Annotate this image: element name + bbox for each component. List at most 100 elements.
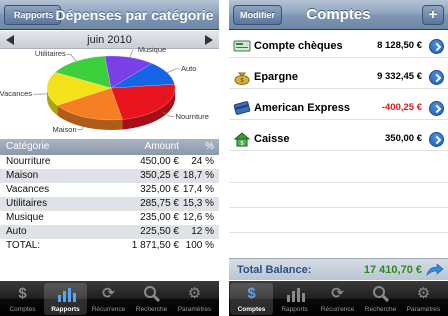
table-row[interactable]: Musique 235,00 € 12,6 % xyxy=(0,211,219,225)
column-header-category: Catégorie xyxy=(6,141,50,152)
column-header-amount: Amount xyxy=(144,141,179,152)
search-icon xyxy=(359,285,402,303)
table-row[interactable]: Vacances 325,00 € 17,4 % xyxy=(0,183,219,197)
tab-parametres[interactable]: ⚙ Paramètres xyxy=(173,283,216,315)
pie-label: Musique xyxy=(137,44,167,54)
tab-comptes[interactable]: $ Comptes xyxy=(1,283,44,315)
page-title: Comptes xyxy=(306,6,371,23)
tab-bar: $ Comptes Rapports ⟳ Récurrence Recherch… xyxy=(229,281,448,316)
pie-leader-line xyxy=(66,54,77,62)
tab-label: Paramètres xyxy=(406,306,441,313)
tab-label: Récurrence xyxy=(320,306,355,313)
checkbook-icon xyxy=(233,38,251,54)
table-row[interactable]: Utilitaires 285,75 € 15,3 % xyxy=(0,197,219,211)
tab-recherche[interactable]: Recherche xyxy=(130,283,173,315)
row-amount: 350,25 € xyxy=(140,170,179,181)
row-category: Maison xyxy=(6,170,39,181)
row-category: Vacances xyxy=(6,184,50,195)
tab-label: Paramètres xyxy=(177,306,212,313)
page-title: Dépenses par catégorie xyxy=(55,7,214,23)
table-total-row: TOTAL: 1 871,50 € 100 % xyxy=(0,239,219,253)
tab-label: Recherche xyxy=(364,306,397,313)
account-name: Epargne xyxy=(254,71,299,83)
account-row[interactable]: American Express -400,25 € xyxy=(229,96,448,120)
tab-recherche[interactable]: Recherche xyxy=(359,283,402,315)
row-percent: 24 % xyxy=(191,156,214,167)
accounts-navbar: Modifier Comptes + xyxy=(229,0,448,30)
account-balance: -400,25 € xyxy=(381,102,422,113)
account-row[interactable]: $ Epargne 9 332,45 € xyxy=(229,65,448,89)
tab-rapports[interactable]: Rapports xyxy=(273,283,316,315)
table-row[interactable]: Maison 350,25 € 18,7 % xyxy=(0,169,219,183)
dollar-icon: $ xyxy=(247,285,256,302)
tab-comptes[interactable]: $ Comptes xyxy=(230,283,273,315)
row-category: Utilitaires xyxy=(6,198,48,209)
row-percent: 18,7 % xyxy=(182,170,214,181)
pie-label: Vacances xyxy=(0,89,33,99)
account-name: Compte chèques xyxy=(254,40,343,52)
table-row[interactable]: Auto 225,50 € 12 % xyxy=(0,225,219,239)
account-balance: 350,00 € xyxy=(385,133,422,144)
total-balance-bar: Total Balance: 17 410,70 € xyxy=(229,258,448,280)
disclosure-arrow-icon[interactable] xyxy=(429,39,444,54)
reports-navbar: Rapports Dépenses par catégorie xyxy=(0,0,219,30)
refresh-icon: ⟳ xyxy=(331,285,344,302)
add-account-button[interactable]: + xyxy=(422,5,444,25)
row-amount: 285,75 € xyxy=(140,198,179,209)
refresh-icon: ⟳ xyxy=(102,285,115,302)
pie-label: Auto xyxy=(180,63,197,73)
search-icon xyxy=(130,285,173,303)
tab-recurrence[interactable]: ⟳ Récurrence xyxy=(316,283,359,315)
total-balance-value: 17 410,70 € xyxy=(363,264,422,276)
month-label: juin 2010 xyxy=(87,34,132,46)
account-row[interactable]: Compte chèques 8 128,50 € xyxy=(229,34,448,58)
row-percent: 17,4 % xyxy=(182,184,214,195)
row-percent: 12,6 % xyxy=(182,212,214,223)
total-percent: 100 % xyxy=(185,240,214,251)
gear-icon: ⚙ xyxy=(187,285,202,302)
disclosure-arrow-icon[interactable] xyxy=(429,101,444,116)
tab-parametres[interactable]: ⚙ Paramètres xyxy=(402,283,445,315)
tab-label: Comptes xyxy=(9,306,36,313)
accounts-screen: Modifier Comptes + Compte chèques 8 128,… xyxy=(229,0,448,316)
account-name: American Express xyxy=(254,102,350,114)
row-category: Auto xyxy=(6,226,27,237)
divider xyxy=(229,182,448,183)
reports-screen: Rapports Dépenses par catégorie juin 201… xyxy=(0,0,219,316)
tab-bar: $ Comptes Rapports ⟳ Récurrence Recherch… xyxy=(0,281,219,316)
pie-label: Maison xyxy=(52,124,77,134)
total-balance-label: Total Balance: xyxy=(237,264,312,276)
row-amount: 450,00 € xyxy=(140,156,179,167)
account-row[interactable]: $ Caisse 350,00 € xyxy=(229,127,448,151)
disclosure-arrow-icon[interactable] xyxy=(429,70,444,85)
total-category: TOTAL: xyxy=(6,240,41,251)
table-row[interactable]: Nourriture 450,00 € 24 % xyxy=(0,155,219,169)
row-category: Musique xyxy=(6,212,44,223)
dollar-icon: $ xyxy=(18,285,27,302)
svg-text:$: $ xyxy=(240,77,244,84)
tab-label: Comptes xyxy=(237,306,266,313)
next-month-icon[interactable] xyxy=(205,35,213,45)
tab-recurrence[interactable]: ⟳ Récurrence xyxy=(87,283,130,315)
tab-label: Rapports xyxy=(51,306,80,313)
column-header-percent: % xyxy=(205,141,214,152)
tab-label: Récurrence xyxy=(91,306,126,313)
pie-chart: Nourriture Maison Vacances Utilitaires Musiq… xyxy=(0,45,219,140)
credit-card-icon xyxy=(233,100,251,116)
forward-arrow-icon[interactable] xyxy=(426,263,444,277)
pie-label: Nourriture xyxy=(175,111,209,121)
gear-icon: ⚙ xyxy=(416,285,431,302)
row-amount: 225,50 € xyxy=(140,226,179,237)
tab-label: Rapports xyxy=(281,306,308,313)
tab-label: Recherche xyxy=(135,306,168,313)
pie-leader-line xyxy=(167,68,180,73)
row-percent: 12 % xyxy=(191,226,214,237)
tab-rapports[interactable]: Rapports xyxy=(44,283,87,315)
month-selector: juin 2010 xyxy=(0,31,219,49)
row-amount: 235,00 € xyxy=(140,212,179,223)
divider xyxy=(229,207,448,208)
disclosure-arrow-icon[interactable] xyxy=(429,132,444,147)
account-balance: 8 128,50 € xyxy=(377,40,422,51)
account-balance: 9 332,45 € xyxy=(377,71,422,82)
pie-leader-line xyxy=(129,50,137,58)
